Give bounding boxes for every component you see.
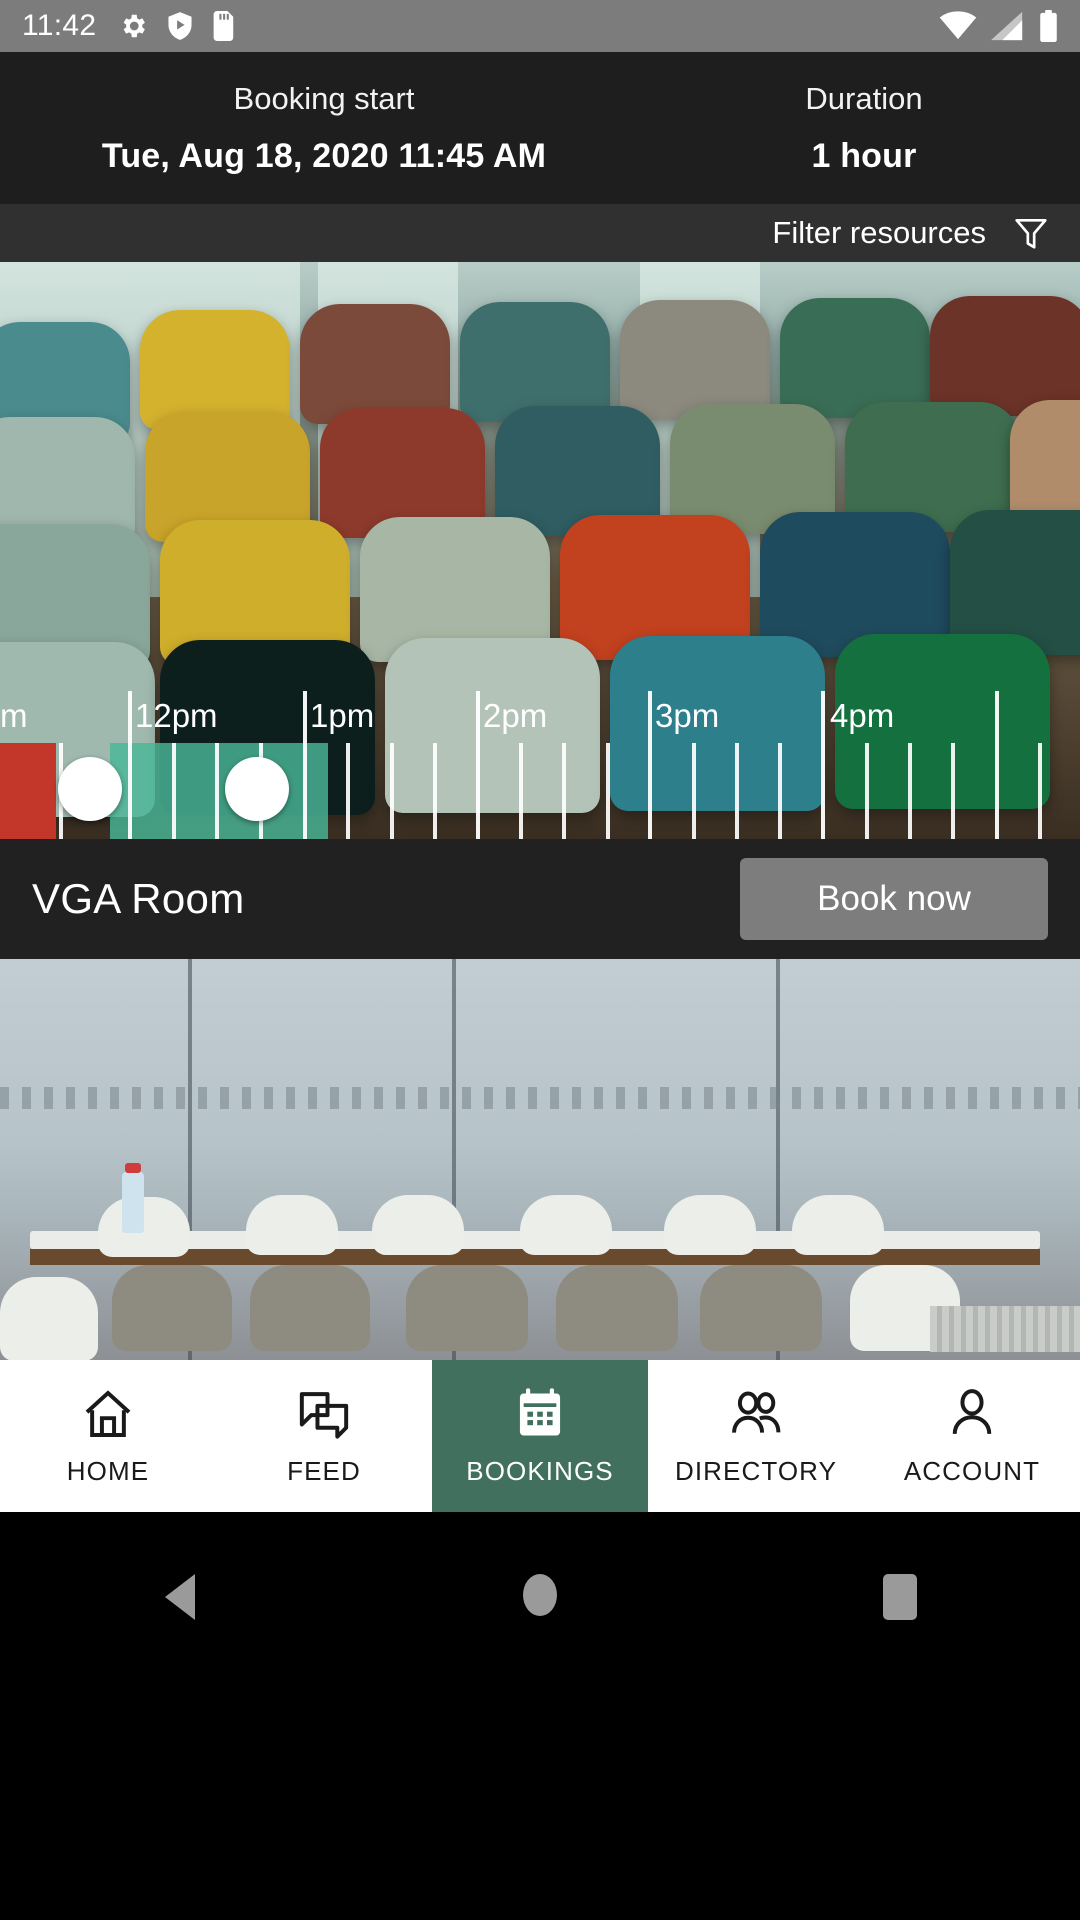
status-bar-left-icons [118,11,236,41]
nav-label-bookings: BOOKINGS [466,1455,614,1486]
funnel-filter-icon[interactable] [1012,214,1050,252]
timeline-hour-tick [128,691,132,839]
availability-timeline[interactable]: m 12pm 1pm 2pm 3pm 4pm [0,691,1080,839]
timeline-quarter-tick [519,743,523,839]
battery-icon [1040,10,1057,42]
timeline-quarter-tick [172,743,176,839]
nav-label-account: ACCOUNT [903,1455,1041,1486]
timeline-end-handle[interactable] [225,757,289,821]
filter-resources-bar[interactable]: Filter resources [0,204,1080,262]
filter-resources-label: Filter resources [772,215,986,250]
booking-duration-label: Duration [805,80,923,116]
home-icon [85,1389,131,1437]
android-home-button[interactable] [480,1574,600,1616]
status-bar-clock: 11:42 [22,9,97,42]
nav-label-directory: DIRECTORY [674,1455,838,1486]
people-group-icon [732,1390,781,1433]
square-recents-icon [883,1574,917,1620]
resource-card-second[interactable] [0,959,1080,1360]
timeline-hour-label: m [0,697,28,734]
android-back-button[interactable] [120,1574,240,1620]
timeline-busy-block [0,743,56,839]
nav-item-directory[interactable]: DIRECTORY [648,1360,864,1512]
app-screen: 11:42 Booking start Tue, Aug 18, 2020 11… [0,0,1080,1920]
booking-duration-field[interactable]: Duration 1 hour [648,52,1080,204]
resource-card-footer: VGA Room Book now [0,839,1080,959]
cellular-signal-icon [991,11,1023,41]
timeline-quarter-tick [735,743,739,839]
timeline-hour-tick [821,691,825,839]
timeline-quarter-tick [951,743,955,839]
resource-name: VGA Room [32,875,245,922]
booking-start-field[interactable]: Booking start Tue, Aug 18, 2020 11:45 AM [0,52,648,204]
timeline-quarter-tick [562,743,566,839]
nav-label-feed: FEED [287,1455,361,1486]
timeline-hour-tick [648,691,652,839]
play-protect-shield-icon [168,12,192,40]
timeline-hour-tick [476,691,480,839]
sd-card-icon [213,11,234,41]
calendar-icon [519,1387,561,1435]
booking-duration-value: 1 hour [811,136,917,175]
timeline-quarter-tick [1038,743,1042,839]
timeline-hour-label: 1pm [310,697,375,734]
android-system-nav [0,1512,1080,1920]
nav-item-feed[interactable]: FEED [216,1360,432,1512]
circle-home-icon [523,1574,557,1616]
bottom-navigation-bar: HOME FEED BOOKINGS DIRECTORY ACCOUNT [0,1360,1080,1512]
booking-header: Booking start Tue, Aug 18, 2020 11:45 AM… [0,52,1080,204]
timeline-quarter-tick [865,743,869,839]
booking-start-label: Booking start [233,80,415,116]
timeline-hour-label: 2pm [483,697,548,734]
timeline-hour-label: 3pm [655,697,720,734]
timeline-start-handle[interactable] [58,757,122,821]
android-recents-button[interactable] [840,1574,960,1620]
timeline-quarter-tick [433,743,437,839]
timeline-hour-labels: m 12pm 1pm 2pm 3pm 4pm [0,691,1080,743]
status-bar-right-icons [939,10,1058,42]
triangle-back-icon [165,1574,195,1620]
timeline-quarter-tick [390,743,394,839]
chat-bubbles-icon [299,1391,349,1439]
booking-start-value: Tue, Aug 18, 2020 11:45 AM [101,136,547,175]
resource-card-vga-room[interactable]: m 12pm 1pm 2pm 3pm 4pm [0,262,1080,839]
timeline-quarter-tick [692,743,696,839]
nav-item-account[interactable]: ACCOUNT [864,1360,1080,1512]
nav-item-bookings[interactable]: BOOKINGS [432,1360,648,1512]
nav-item-home[interactable]: HOME [0,1360,216,1512]
timeline-quarter-tick [908,743,912,839]
status-bar: 11:42 [0,0,1080,52]
wifi-icon [939,11,977,40]
timeline-selected-range[interactable] [110,743,328,839]
nav-label-home: HOME [66,1455,150,1486]
timeline-hour-tick [995,691,999,839]
book-now-button[interactable]: Book now [740,858,1048,940]
timeline-quarter-tick [778,743,782,839]
timeline-quarter-tick [606,743,610,839]
person-icon [952,1388,992,1434]
timeline-quarter-tick [215,743,219,839]
timeline-hour-label: 4pm [830,697,895,734]
timeline-quarter-tick [346,743,350,839]
timeline-hour-tick [303,691,307,839]
gear-icon [123,14,146,38]
resource-photo-meeting-room [0,959,1080,1360]
timeline-hour-label: 12pm [135,697,218,734]
